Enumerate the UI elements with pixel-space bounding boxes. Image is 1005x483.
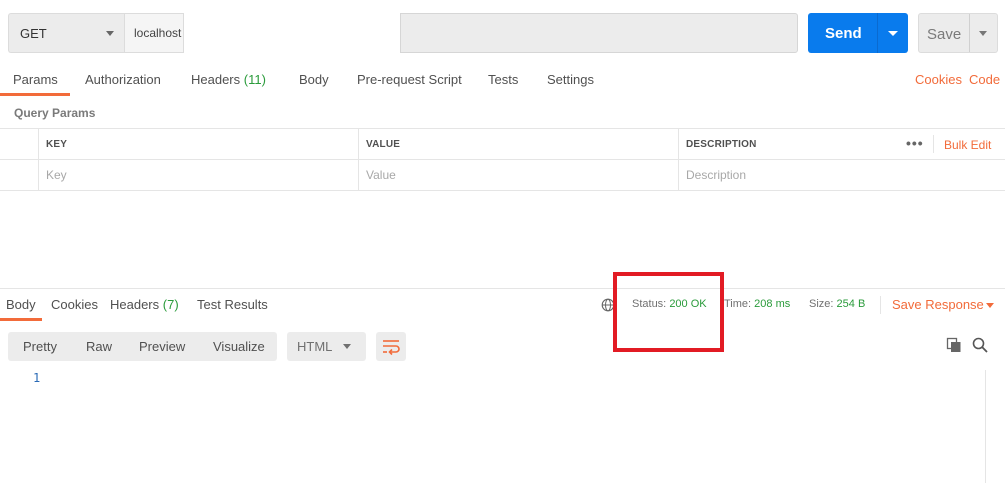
wrap-lines-button[interactable] [376, 332, 406, 361]
query-params-title: Query Params [14, 106, 96, 120]
row-checkbox-cell [0, 160, 38, 191]
value-placeholder: Value [366, 168, 396, 182]
description-input[interactable]: Description [678, 160, 1005, 191]
value-input[interactable]: Value [358, 160, 678, 191]
response-scrollbar[interactable] [985, 370, 1000, 483]
query-params-table: KEY VALUE DESCRIPTION ••• Bulk Edit Key … [0, 128, 1005, 191]
send-label: Send [825, 25, 862, 42]
copy-icon[interactable] [946, 337, 962, 353]
tab-headers[interactable]: Headers (11) [191, 72, 266, 87]
tab-settings[interactable]: Settings [547, 72, 594, 87]
save-response-divider [880, 296, 881, 314]
chevron-down-icon [343, 344, 351, 349]
chevron-down-icon [106, 31, 114, 36]
save-divider [969, 14, 970, 52]
format-select[interactable]: HTML [287, 332, 366, 361]
table-header-row: KEY VALUE DESCRIPTION ••• Bulk Edit [0, 129, 1005, 160]
tab-params[interactable]: Params [13, 72, 58, 87]
url-input[interactable]: localhost [124, 13, 184, 53]
tab-body[interactable]: Body [299, 72, 329, 87]
tab-authorization[interactable]: Authorization [85, 72, 161, 87]
save-response-chevron-icon[interactable] [986, 303, 994, 308]
method-select[interactable]: GET [8, 13, 124, 53]
description-placeholder: Description [686, 168, 747, 182]
response-tab-body[interactable]: Body [6, 297, 36, 312]
more-options-icon[interactable]: ••• [906, 135, 924, 151]
tab-tests[interactable]: Tests [488, 72, 518, 87]
save-button[interactable]: Save [918, 13, 998, 53]
url-input-field[interactable] [400, 13, 798, 53]
response-tab-cookies[interactable]: Cookies [51, 297, 98, 312]
request-tabs: Params Authorization Headers (11) Body P… [0, 64, 1005, 96]
response-active-tab-indicator [0, 318, 42, 321]
url-text: localhost [134, 26, 182, 40]
view-mode-preview[interactable]: Preview [139, 339, 185, 354]
size-value: 254 B [836, 298, 866, 310]
value-column-header: VALUE [358, 129, 678, 160]
wrap-lines-icon [383, 340, 400, 356]
request-bar: GET localhost Send Save [8, 13, 1000, 53]
format-label: HTML [297, 339, 333, 354]
response-tabs: Body Cookies Headers (7) Test Results St… [0, 289, 1005, 321]
bulk-edit-link[interactable]: Bulk Edit [944, 138, 991, 152]
response-tab-headers-label: Headers [110, 297, 160, 312]
send-button[interactable]: Send [808, 13, 908, 53]
code-link[interactable]: Code [969, 72, 1000, 87]
search-icon[interactable] [972, 337, 988, 353]
view-mode-raw[interactable]: Raw [86, 339, 112, 354]
key-input[interactable]: Key [38, 160, 358, 191]
response-tab-headers[interactable]: Headers (7) [110, 297, 179, 312]
view-mode-pretty[interactable]: Pretty [23, 339, 57, 354]
view-mode-visualize[interactable]: Visualize [213, 339, 265, 354]
key-placeholder: Key [46, 168, 67, 182]
active-tab-indicator [0, 93, 70, 96]
table-row: Key Value Description [0, 160, 1005, 191]
save-response-button[interactable]: Save Response [892, 297, 984, 312]
size-label: Size: [809, 298, 834, 310]
time-label: Time: [724, 298, 752, 310]
response-tab-test-results[interactable]: Test Results [197, 297, 268, 312]
description-header-label: DESCRIPTION [686, 139, 757, 150]
time-indicator[interactable]: Time: 208 ms [724, 298, 790, 310]
time-value: 208 ms [754, 298, 791, 310]
checkbox-column-header [0, 129, 38, 160]
response-tab-headers-count: (7) [162, 297, 179, 312]
send-divider [877, 13, 878, 53]
cookies-link[interactable]: Cookies [915, 72, 962, 87]
send-options-icon[interactable] [888, 31, 898, 36]
tab-headers-label: Headers [191, 72, 241, 87]
value-header-label: VALUE [366, 139, 401, 150]
size-indicator[interactable]: Size: 254 B [809, 298, 865, 310]
bulk-edit-divider [933, 135, 934, 153]
tab-pre-request-script[interactable]: Pre-request Script [357, 72, 462, 87]
response-view-modes: Pretty Raw Preview Visualize [8, 332, 277, 361]
tab-headers-count: (11) [243, 72, 266, 87]
status-highlight-box [613, 272, 724, 352]
method-label: GET [20, 26, 47, 41]
save-label: Save [927, 26, 962, 43]
key-column-header: KEY [38, 129, 358, 160]
key-header-label: KEY [46, 139, 68, 150]
save-options-icon[interactable] [979, 31, 987, 36]
line-number: 1 [33, 371, 41, 385]
